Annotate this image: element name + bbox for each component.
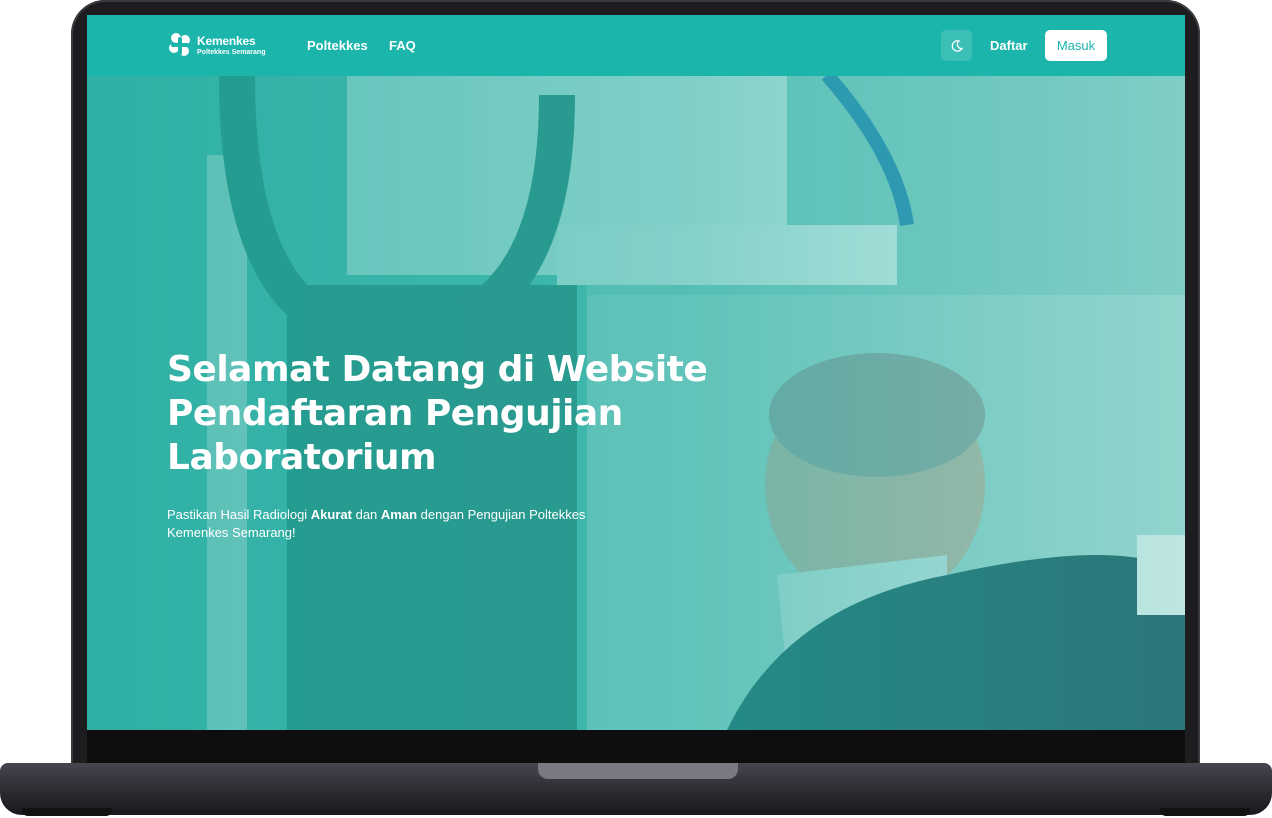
top-navbar: Kemenkes Poltekkes Semarang Poltekkes FA… xyxy=(87,15,1185,76)
laptop-hinge-notch xyxy=(538,763,738,779)
register-link[interactable]: Daftar xyxy=(990,38,1028,53)
kemenkes-logo-icon xyxy=(169,33,190,56)
hero-description-emphasis: Akurat xyxy=(310,507,352,522)
nav-link-poltekkes[interactable]: Poltekkes xyxy=(307,38,368,53)
theme-toggle-button[interactable] xyxy=(941,30,972,61)
nav-link-faq[interactable]: FAQ xyxy=(389,38,416,53)
moon-icon xyxy=(951,39,963,52)
hero-description: Pastikan Hasil Radiologi Akurat dan Aman… xyxy=(167,506,627,542)
laptop-screen-bezel xyxy=(87,730,1185,764)
logo-title: Kemenkes xyxy=(197,33,256,48)
laptop-foot-left xyxy=(22,808,112,816)
laptop-foot-right xyxy=(1160,808,1250,816)
kemenkes-logo[interactable]: Kemenkes Poltekkes Semarang xyxy=(167,31,265,59)
logo-subtitle: Poltekkes Semarang xyxy=(197,48,266,56)
hero-description-emphasis: Aman xyxy=(380,507,418,522)
browser-screen: Kemenkes Poltekkes Semarang Poltekkes FA… xyxy=(87,15,1185,730)
hero-title: Selamat Datang di Website Pendaftaran Pe… xyxy=(167,349,708,478)
hero-description-text: Pastikan Hasil Radiologi xyxy=(167,507,311,522)
login-button[interactable]: Masuk xyxy=(1045,30,1107,61)
hero-description-text: dan xyxy=(351,507,381,522)
